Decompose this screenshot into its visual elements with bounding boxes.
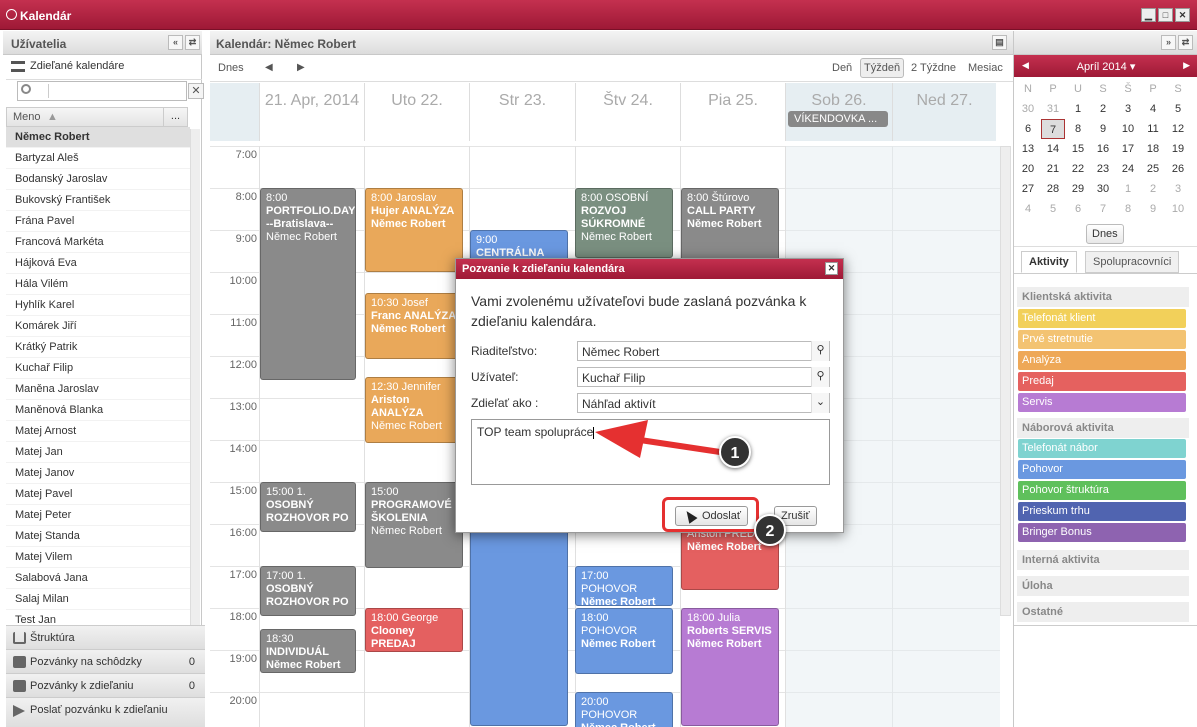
arrow-head [595, 420, 648, 458]
highlight-box [662, 497, 759, 532]
callout-badge-1: 1 [719, 436, 751, 468]
annotation-overlay [595, 420, 723, 458]
callout-badge-2: 2 [754, 514, 786, 546]
arrow-shaft [637, 437, 723, 455]
